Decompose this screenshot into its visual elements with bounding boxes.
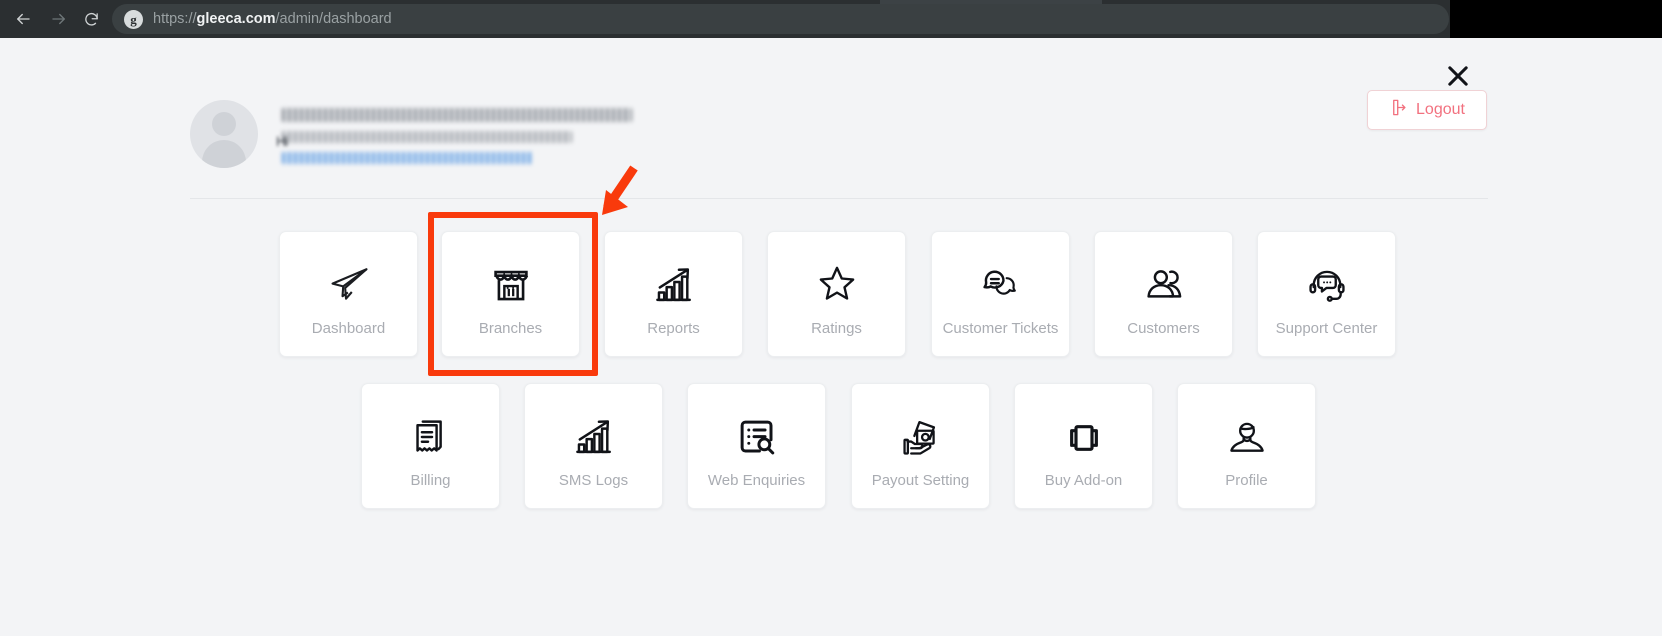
tile-label: Ratings	[811, 319, 862, 337]
tile-label: Customer Tickets	[942, 319, 1059, 337]
back-icon[interactable]	[12, 8, 34, 30]
url-host: gleeca.com	[196, 11, 276, 27]
tile-billing[interactable]: Billing	[361, 383, 500, 509]
dashboard-page: Logout Hi Dashboard Branches Reports Rat…	[0, 38, 1662, 636]
browser-chrome: g https://gleeca.com/admin/dashboard	[0, 0, 1662, 38]
bar-chart-growth-icon	[653, 252, 695, 306]
tile-branches[interactable]: Branches	[441, 231, 580, 357]
tile-customer-tickets[interactable]: Customer Tickets	[931, 231, 1070, 357]
tile-label: Buy Add-on	[1044, 471, 1123, 489]
forward-icon[interactable]	[48, 8, 70, 30]
addon-box-icon	[1064, 404, 1104, 458]
address-bar[interactable]: g https://gleeca.com/admin/dashboard	[112, 4, 1449, 34]
tile-web-enquiries[interactable]: Web Enquiries	[687, 383, 826, 509]
list-search-icon	[736, 404, 778, 458]
star-icon	[815, 252, 859, 306]
tile-buy-addon[interactable]: Buy Add-on	[1014, 383, 1153, 509]
cash-hand-icon	[900, 404, 942, 458]
chat-bubbles-icon	[980, 252, 1022, 306]
avatar-head	[212, 112, 236, 136]
tile-payout-setting[interactable]: Payout Setting	[851, 383, 990, 509]
tile-ratings[interactable]: Ratings	[767, 231, 906, 357]
tile-label: Reports	[647, 319, 700, 337]
users-icon	[1143, 252, 1185, 306]
tile-label: SMS Logs	[558, 471, 629, 489]
reload-icon[interactable]	[80, 8, 102, 30]
person-icon	[1226, 404, 1268, 458]
tile-label: Branches	[478, 319, 543, 337]
logout-button[interactable]: Logout	[1367, 90, 1487, 130]
logout-label: Logout	[1416, 101, 1465, 118]
url-text: https://gleeca.com/admin/dashboard	[153, 11, 392, 27]
receipt-icon	[410, 404, 452, 458]
close-icon[interactable]	[1440, 58, 1476, 94]
tile-label: Customers	[1127, 319, 1200, 337]
tile-support-center[interactable]: Support Center	[1257, 231, 1396, 357]
tile-profile[interactable]: Profile	[1177, 383, 1316, 509]
headset-chat-icon	[1306, 252, 1348, 306]
url-path: /admin/dashboard	[275, 11, 392, 27]
tile-reports[interactable]: Reports	[604, 231, 743, 357]
tile-label: Web Enquiries	[707, 471, 806, 489]
avatar-body	[202, 140, 246, 168]
tile-label: Dashboard	[311, 319, 386, 337]
tile-label: Payout Setting	[871, 471, 970, 489]
profile-link-redacted[interactable]	[282, 152, 532, 164]
tile-label: Support Center	[1275, 319, 1378, 337]
profile-text-lines	[282, 100, 632, 173]
tile-customers[interactable]: Customers	[1094, 231, 1233, 357]
tile-label: Billing	[410, 471, 451, 489]
avatar	[190, 100, 258, 168]
profile-name-redacted	[282, 108, 632, 122]
tile-label: Profile	[1225, 471, 1268, 489]
tile-dashboard[interactable]: Dashboard	[279, 231, 418, 357]
profile-block	[190, 100, 632, 173]
chrome-right-black-area	[1450, 0, 1662, 38]
storefront-icon	[490, 252, 532, 306]
bar-chart-growth-icon	[573, 404, 615, 458]
paper-plane-icon	[328, 252, 370, 306]
logout-icon	[1389, 98, 1408, 122]
tile-sms-logs[interactable]: SMS Logs	[524, 383, 663, 509]
url-scheme: https://	[153, 11, 197, 27]
profile-detail-redacted	[282, 131, 572, 143]
profile-greeting: Hi	[276, 133, 288, 149]
section-divider	[190, 198, 1488, 199]
site-favicon-badge: g	[124, 9, 143, 29]
